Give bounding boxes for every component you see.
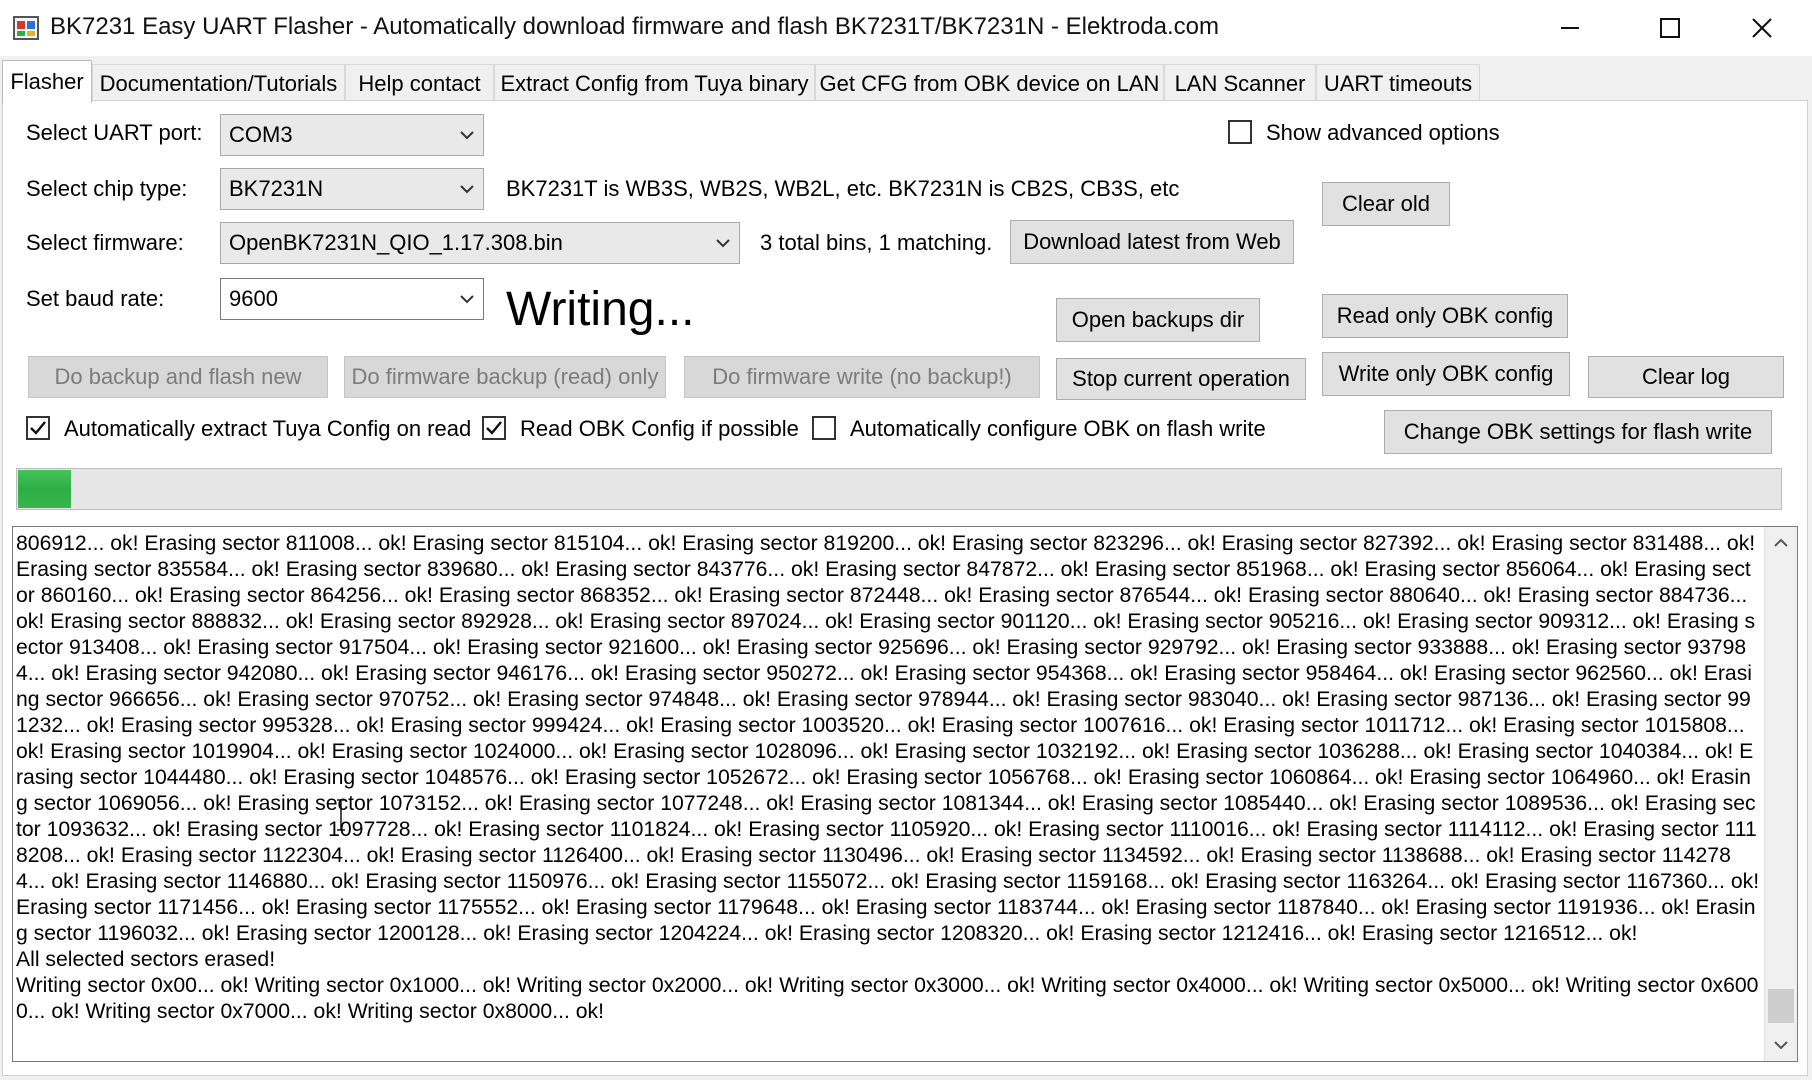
title-bar: BK7231 Easy UART Flasher - Automatically… (0, 0, 1812, 56)
checkmark-icon (486, 421, 502, 435)
tab-label: Flasher (10, 69, 84, 94)
tab-get-cfg[interactable]: Get CFG from OBK device on LAN (815, 64, 1164, 102)
tab-uart-timeouts[interactable]: UART timeouts (1316, 64, 1480, 102)
backup-and-flash-button[interactable]: Do backup and flash new (28, 356, 328, 398)
scroll-down-button[interactable] (1765, 1029, 1797, 1061)
clear-old-button[interactable]: Clear old (1322, 182, 1450, 226)
close-icon (1752, 18, 1772, 38)
checkmark-icon (30, 421, 46, 435)
read-obk-label: Read OBK Config if possible (520, 416, 799, 441)
extract-tuya-checkbox[interactable] (26, 416, 50, 440)
write-obk-config-button[interactable]: Write only OBK config (1322, 352, 1570, 396)
uart-port-select[interactable]: COM3 (220, 114, 484, 156)
baud-rate-value: 9600 (229, 286, 278, 311)
tab-extract-config[interactable]: Extract Config from Tuya binary (494, 64, 815, 102)
minimize-button[interactable] (1524, 0, 1616, 56)
scroll-thumb[interactable] (1768, 989, 1794, 1023)
uart-port-value: COM3 (229, 122, 293, 147)
chevron-up-icon (1774, 538, 1788, 547)
maximize-button[interactable] (1624, 0, 1716, 56)
minimize-icon (1561, 27, 1579, 29)
text-cursor-icon (337, 799, 345, 831)
extract-tuya-label: Automatically extract Tuya Config on rea… (64, 416, 472, 441)
chip-type-hint: BK7231T is WB3S, WB2S, WB2L, etc. BK7231… (506, 176, 1180, 201)
tab-strip: Flasher Documentation/Tutorials Help con… (0, 58, 1812, 103)
operation-status: Writing... (506, 283, 695, 336)
stop-operation-button[interactable]: Stop current operation (1056, 358, 1306, 400)
tab-help-contact[interactable]: Help contact (345, 64, 494, 102)
baud-rate-select[interactable]: 9600 (220, 278, 484, 320)
advanced-options-label: Show advanced options (1266, 120, 1500, 145)
auto-configure-label: Automatically configure OBK on flash wri… (850, 416, 1266, 441)
firmware-label: Select firmware: (26, 230, 184, 255)
baud-rate-label: Set baud rate: (26, 286, 165, 311)
chip-type-label: Select chip type: (26, 176, 188, 201)
tab-label: Help contact (358, 70, 481, 96)
tab-label: LAN Scanner (1174, 70, 1306, 96)
read-obk-config-button[interactable]: Read only OBK config (1322, 294, 1568, 338)
tab-label: UART timeouts (1323, 70, 1473, 96)
chevron-down-icon (460, 185, 474, 194)
log-scrollbar[interactable] (1764, 527, 1797, 1061)
chevron-down-icon (1774, 1041, 1788, 1050)
chevron-down-icon (460, 295, 474, 304)
open-backups-button[interactable]: Open backups dir (1056, 298, 1260, 342)
change-obk-settings-button[interactable]: Change OBK settings for flash write (1384, 410, 1772, 454)
log-text: 806912... ok! Erasing sector 811008... o… (16, 532, 1760, 1023)
tab-label: Get CFG from OBK device on LAN (819, 70, 1160, 96)
tab-label: Extract Config from Tuya binary (500, 70, 809, 96)
chevron-down-icon (460, 131, 474, 140)
uart-port-label: Select UART port: (26, 120, 203, 145)
tab-documentation[interactable]: Documentation/Tutorials (92, 64, 345, 102)
chevron-down-icon (716, 239, 730, 248)
progress-fill (18, 470, 71, 508)
firmware-count-info: 3 total bins, 1 matching. (760, 230, 993, 255)
download-latest-button[interactable]: Download latest from Web (1010, 220, 1294, 264)
maximize-icon (1660, 18, 1680, 38)
window-title: BK7231 Easy UART Flasher - Automatically… (50, 13, 1220, 40)
close-button[interactable] (1716, 0, 1808, 56)
scroll-up-button[interactable] (1765, 527, 1797, 559)
tab-flasher[interactable]: Flasher (2, 60, 92, 103)
advanced-options-checkbox[interactable] (1228, 120, 1252, 144)
tab-lan-scanner[interactable]: LAN Scanner (1164, 64, 1316, 102)
firmware-value: OpenBK7231N_QIO_1.17.308.bin (229, 230, 563, 255)
firmware-write-button[interactable]: Do firmware write (no backup!) (684, 356, 1040, 398)
app-icon (13, 16, 39, 40)
clear-log-button[interactable]: Clear log (1588, 356, 1784, 398)
firmware-backup-button[interactable]: Do firmware backup (read) only (344, 356, 666, 398)
tab-label: Documentation/Tutorials (99, 70, 338, 96)
chip-type-value: BK7231N (229, 176, 324, 201)
auto-configure-checkbox[interactable] (812, 416, 836, 440)
progress-bar (16, 468, 1782, 510)
firmware-select[interactable]: OpenBK7231N_QIO_1.17.308.bin (220, 222, 740, 264)
chip-type-select[interactable]: BK7231N (220, 168, 484, 210)
log-output[interactable]: 806912... ok! Erasing sector 811008... o… (12, 526, 1798, 1062)
read-obk-checkbox[interactable] (482, 416, 506, 440)
